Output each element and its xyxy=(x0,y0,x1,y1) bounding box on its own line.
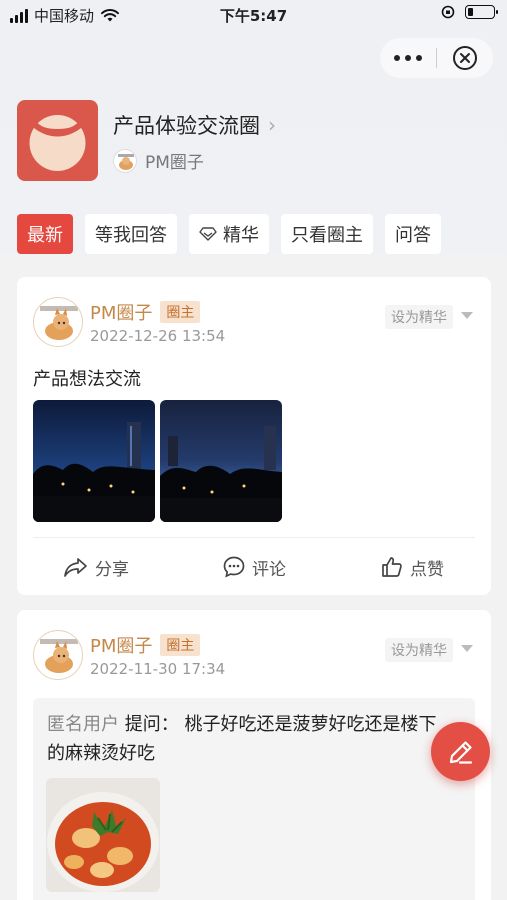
post-text: 产品想法交流 xyxy=(33,369,141,390)
tab-qa[interactable]: 问答 xyxy=(385,214,441,254)
share-icon xyxy=(64,558,87,577)
post-photo[interactable] xyxy=(160,400,282,522)
card-divider xyxy=(33,537,475,538)
share-button[interactable]: 分享 xyxy=(17,547,175,587)
more-icon[interactable] xyxy=(380,38,436,78)
question-box[interactable]: 匿名用户 提问： 桃子好吃还是菠萝好吃还是楼下的麻辣烫好吃 xyxy=(33,698,475,900)
close-icon[interactable] xyxy=(437,38,493,78)
comment-button[interactable]: 评论 xyxy=(175,547,333,587)
circle-title-row[interactable]: 产品体验交流圈 › xyxy=(113,110,276,140)
comment-icon xyxy=(223,556,245,578)
circle-title: 产品体验交流圈 xyxy=(113,114,260,138)
owner-avatar xyxy=(113,148,137,173)
owner-name: PM圈子 xyxy=(145,153,204,173)
like-button[interactable]: 点赞 xyxy=(333,547,491,587)
post-photo[interactable] xyxy=(33,400,155,522)
circle-owner[interactable]: PM圈子 xyxy=(113,148,204,173)
like-label: 点赞 xyxy=(410,559,444,580)
share-label: 分享 xyxy=(95,559,129,580)
post-author[interactable]: PM圈子 圈主 xyxy=(90,299,201,325)
post-actions: 分享 评论 点赞 xyxy=(17,547,491,587)
set-featured-button[interactable]: 设为精华 xyxy=(385,638,453,662)
author-name: PM圈子 xyxy=(90,303,153,324)
tab-label: 等我回答 xyxy=(95,225,167,246)
tab-awaiting-answer[interactable]: 等我回答 xyxy=(85,214,177,254)
diamond-icon xyxy=(199,227,217,241)
author-avatar[interactable] xyxy=(33,297,83,347)
post-author[interactable]: PM圈子 圈主 xyxy=(90,632,201,658)
post-card[interactable]: PM圈子 圈主 2022-11-30 17:34 设为精华 匿名用户 提问： 桃… xyxy=(17,610,491,900)
post-card[interactable]: PM圈子 圈主 2022-12-26 13:54 设为精华 产品想法交流 分享 … xyxy=(17,277,491,595)
rotation-lock-icon xyxy=(441,5,455,19)
filter-tabs: 最新 等我回答 精华 只看圈主 问答 xyxy=(17,214,441,254)
tab-label: 问答 xyxy=(395,225,431,246)
compose-button[interactable] xyxy=(431,722,490,781)
author-name: PM圈子 xyxy=(90,636,153,657)
post-date: 2022-11-30 17:34 xyxy=(90,660,226,678)
chevron-right-icon: › xyxy=(268,113,276,137)
question-photo[interactable] xyxy=(46,778,160,892)
tab-label: 精华 xyxy=(223,225,259,246)
tab-label: 最新 xyxy=(27,225,63,246)
tab-owner-only[interactable]: 只看圈主 xyxy=(281,214,373,254)
owner-badge: 圈主 xyxy=(160,301,201,323)
thumbs-up-icon xyxy=(382,557,402,577)
author-avatar[interactable] xyxy=(33,630,83,680)
anonymous-user: 匿名用户 xyxy=(47,714,119,735)
comment-label: 评论 xyxy=(252,559,286,580)
battery-icon xyxy=(465,5,498,19)
circle-logo[interactable] xyxy=(17,100,98,181)
status-bar: 中国移动 下午5:47 xyxy=(0,0,507,30)
set-featured-button[interactable]: 设为精华 xyxy=(385,305,453,329)
tab-featured[interactable]: 精华 xyxy=(189,214,269,254)
owner-badge: 圈主 xyxy=(160,634,201,656)
tab-label: 只看圈主 xyxy=(291,225,363,246)
tab-latest[interactable]: 最新 xyxy=(17,214,73,254)
miniprogram-capsule xyxy=(380,38,493,78)
dropdown-caret-icon[interactable] xyxy=(461,645,473,652)
question-prefix: 提问： xyxy=(124,714,179,735)
question-text: 匿名用户 提问： 桃子好吃还是菠萝好吃还是楼下的麻辣烫好吃 xyxy=(47,710,447,768)
dropdown-caret-icon[interactable] xyxy=(461,312,473,319)
post-date: 2022-12-26 13:54 xyxy=(90,327,226,345)
status-time: 下午5:47 xyxy=(219,7,288,25)
edit-pencil-icon xyxy=(449,740,472,764)
